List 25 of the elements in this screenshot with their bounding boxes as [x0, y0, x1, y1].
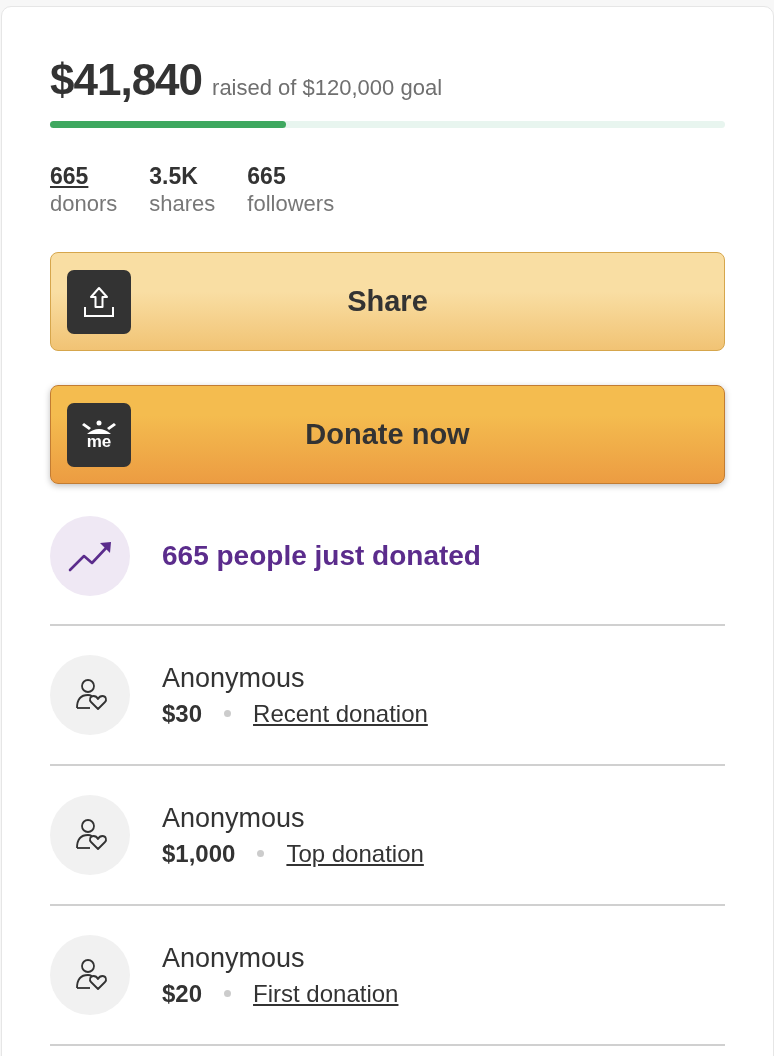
- stat-value: 3.5K: [149, 162, 198, 190]
- donation-amount: $30: [162, 699, 203, 728]
- donor-name: Anonymous: [162, 662, 306, 694]
- raised-amount: $41,840: [50, 55, 203, 105]
- share-button[interactable]: Share: [50, 252, 725, 351]
- upload-icon: [67, 269, 131, 334]
- stat-label: followers: [247, 190, 335, 218]
- trending-text: 665 people just donated: [162, 540, 481, 572]
- donation-link[interactable]: Top donation: [286, 839, 424, 868]
- stat-label: shares: [149, 190, 216, 218]
- stat-value: 665: [247, 162, 286, 190]
- separator-dot: [224, 710, 232, 717]
- donation-link[interactable]: Recent donation: [253, 699, 428, 728]
- donation-amount: $1,000: [162, 839, 236, 868]
- stat-link[interactable]: 665: [50, 162, 89, 190]
- separator-dot: [224, 990, 232, 997]
- donor-name: Anonymous: [162, 942, 306, 974]
- stat-label: donors: [50, 190, 118, 218]
- donation-link[interactable]: First donation: [253, 979, 399, 1008]
- logo-text: me: [86, 433, 112, 450]
- donor-name: Anonymous: [162, 802, 306, 834]
- donate-button[interactable]: me Donate now: [50, 385, 725, 484]
- separator-dot: [257, 850, 265, 857]
- donation-amount: $20: [162, 979, 203, 1008]
- goal-text: raised of $120,000 goal: [212, 75, 443, 101]
